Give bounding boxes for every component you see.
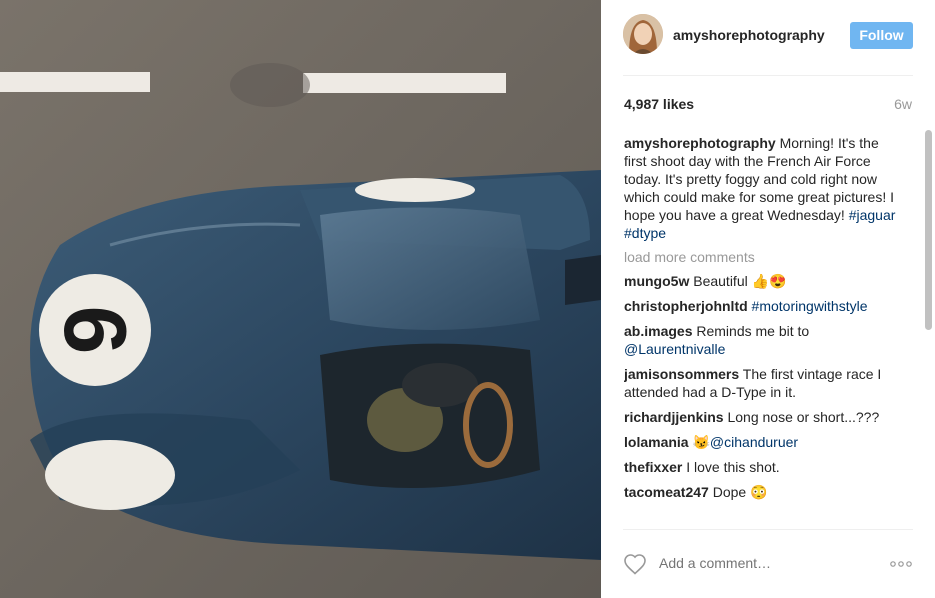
follow-button[interactable]: Follow [850, 22, 913, 49]
comment-mention[interactable]: @Laurentnivalle [624, 341, 725, 357]
comment-item: lolamania 😼@cihanduruer [624, 433, 904, 451]
road-line-right [303, 73, 506, 93]
hashtag[interactable]: #jaguar [849, 207, 896, 223]
race-car-photo: 6 [0, 0, 601, 598]
comment-text: I love this shot. [682, 459, 780, 475]
heart-outline-icon[interactable] [623, 553, 647, 575]
comment-item: christopherjohnltd #motoringwithstyle [624, 297, 904, 315]
comments-list: amyshorephotography Morning! It's the fi… [624, 134, 904, 528]
comment-text: Long nose or short...??? [723, 409, 880, 425]
avatar[interactable] [623, 14, 663, 54]
hashtag[interactable]: #dtype [624, 225, 666, 241]
likes-count[interactable]: 4,987 likes [624, 96, 694, 112]
three-dots-icon[interactable] [889, 557, 913, 571]
comment-item: richardjjenkins Long nose or short...??? [624, 408, 904, 426]
profile-photo [623, 14, 663, 54]
post-caption: amyshorephotography Morning! It's the fi… [624, 134, 904, 242]
comment-composer [623, 545, 913, 583]
post-author-username[interactable]: amyshorephotography [673, 27, 825, 43]
comment-text: 😼 [688, 434, 710, 450]
comment-username[interactable]: mungo5w [624, 273, 689, 289]
car-number: 6 [46, 306, 145, 355]
comment-text: Beautiful 👍😍 [689, 273, 787, 289]
caption-username[interactable]: amyshorephotography [624, 135, 776, 151]
comment-item: mungo5w Beautiful 👍😍 [624, 272, 904, 290]
comment-username[interactable]: jamisonsommers [624, 366, 739, 382]
comment-mention[interactable]: @cihanduruer [710, 434, 798, 450]
scrollbar-thumb[interactable] [925, 130, 932, 330]
comment-hashtag[interactable]: #motoringwithstyle [748, 298, 868, 314]
post-header: amyshorephotography Follow [623, 14, 913, 56]
likes-row: 4,987 likes 6w [624, 96, 912, 116]
road-line-left [0, 72, 150, 92]
header-divider [623, 75, 913, 76]
post-age[interactable]: 6w [894, 96, 912, 112]
comment-text: Dope 😳 [708, 484, 768, 500]
comment-username[interactable]: christopherjohnltd [624, 298, 748, 314]
comment-username[interactable]: ab.images [624, 323, 692, 339]
comments-scrollbar[interactable] [925, 130, 932, 528]
comment-item: ab.images Reminds me bit to @Laurentniva… [624, 322, 904, 358]
comment-item: tacomeat247 Dope 😳 [624, 483, 904, 501]
comment-text: Reminds me bit to [692, 323, 810, 339]
comment-username[interactable]: tacomeat247 [624, 484, 709, 500]
load-more-comments-link[interactable]: load more comments [624, 248, 904, 266]
comment-username[interactable]: thefixxer [624, 459, 682, 475]
post-side-panel: amyshorephotography Follow 4,987 likes 6… [601, 0, 935, 598]
comments-divider [623, 529, 913, 530]
comment-item: thefixxer I love this shot. [624, 458, 904, 476]
add-comment-input[interactable] [659, 555, 859, 571]
comment-item: jamisonsommers The first vintage race I … [624, 365, 904, 401]
post-photo[interactable]: 6 [0, 0, 601, 598]
windscreen [320, 207, 540, 330]
comment-username[interactable]: richardjjenkins [624, 409, 724, 425]
comment-username[interactable]: lolamania [624, 434, 689, 450]
